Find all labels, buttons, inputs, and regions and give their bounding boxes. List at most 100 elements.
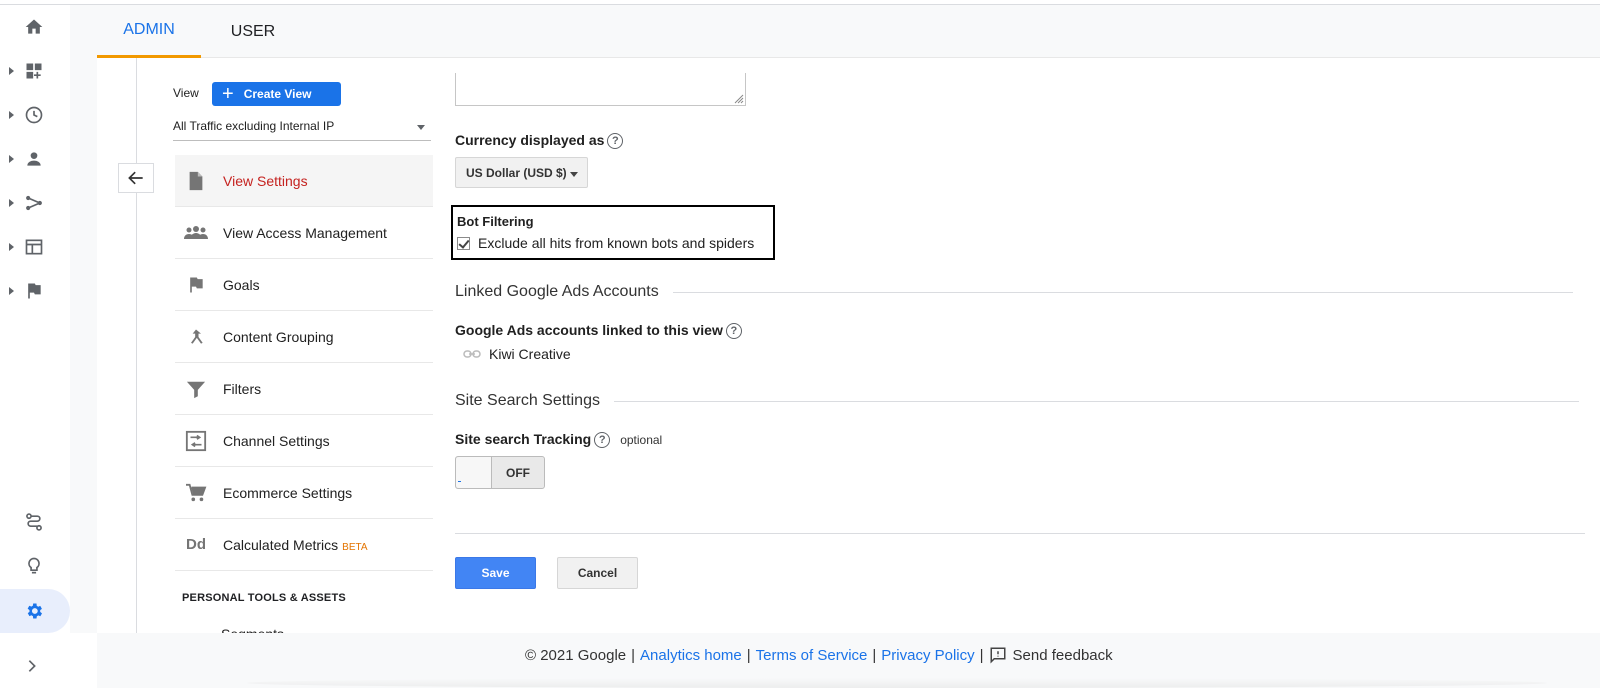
rail-behavior[interactable] [0, 225, 70, 269]
dashboard-icon [26, 63, 42, 79]
view-selector[interactable]: All Traffic excluding Internal IP [173, 119, 431, 141]
nav-item-calculated-metrics[interactable]: Dd Calculated Metrics BETA [175, 519, 433, 571]
link-icon [463, 350, 481, 358]
linked-ads-label: Google Ads accounts linked to this view? [455, 322, 742, 340]
cancel-button[interactable]: Cancel [557, 557, 638, 589]
analytics-home-link[interactable]: Analytics home [640, 647, 742, 664]
nav-label: Channel Settings [223, 432, 330, 449]
linked-account-item: Kiwi Creative [463, 346, 571, 362]
create-view-label: Create View [243, 87, 312, 101]
nav-item-view-settings[interactable]: View Settings [175, 155, 433, 207]
filter-icon [186, 381, 206, 398]
caret-right-icon [9, 111, 14, 119]
back-button[interactable] [118, 163, 154, 193]
bot-filtering-title: Bot Filtering [457, 214, 534, 229]
beta-badge: BETA [342, 541, 368, 553]
toggle-knob [456, 457, 492, 488]
tab-user[interactable]: USER [201, 5, 305, 58]
route-icon [26, 513, 42, 531]
nav-label: Calculated Metrics BETA [223, 536, 368, 553]
section-header-personal-tools: PERSONAL TOOLS & ASSETS [182, 592, 346, 604]
nav-item-filters[interactable]: Filters [175, 363, 433, 415]
nav-label: Ecommerce Settings [223, 484, 353, 501]
channel-icon [185, 430, 207, 451]
nav-item-view-access-management[interactable]: View Access Management [175, 207, 433, 259]
nav-item-goals[interactable]: Goals [175, 259, 433, 311]
rail-acquisition[interactable] [0, 181, 70, 225]
rail-attribution[interactable] [0, 500, 70, 544]
gear-icon [27, 603, 42, 619]
bot-filtering-option-label: Exclude all hits from known bots and spi… [478, 235, 755, 251]
clock-icon [25, 106, 43, 124]
caret-right-icon [9, 243, 14, 251]
terms-link[interactable]: Terms of Service [756, 647, 868, 664]
rail-admin[interactable] [0, 589, 70, 633]
linked-ads-section-title: Linked Google Ads Accounts [455, 283, 1573, 301]
nav-label: Filters [223, 380, 262, 397]
cart-icon [186, 483, 207, 501]
home-icon [25, 19, 43, 34]
footer-shadow [247, 678, 1547, 688]
bot-filtering-highlight: Bot Filtering Exclude all hits from know… [451, 205, 775, 260]
help-icon[interactable]: ? [725, 323, 742, 340]
selected-view: All Traffic excluding Internal IP [173, 119, 335, 133]
currency-dropdown[interactable]: US Dollar (USD $) [455, 157, 588, 188]
bot-filtering-checkbox[interactable] [457, 236, 470, 250]
flag-icon [28, 283, 41, 299]
left-rail [0, 5, 70, 688]
admin-tab-bar: ADMIN USER [97, 5, 1600, 58]
notes-textarea[interactable] [455, 73, 746, 106]
currency-label: Currency displayed as? [455, 132, 624, 150]
copyright: © 2021 Google [525, 646, 627, 664]
column-divider [136, 58, 137, 633]
rail-realtime[interactable] [0, 93, 70, 137]
lightbulb-icon [28, 557, 40, 574]
view-label: View [173, 86, 199, 100]
nav-item-channel-settings[interactable]: Channel Settings [175, 415, 433, 467]
arrow-left-icon [128, 171, 143, 185]
caret-right-icon [9, 67, 14, 75]
save-button[interactable]: Save [455, 557, 536, 589]
dropdown-arrow-icon [570, 172, 578, 177]
nav-label: Segments [221, 626, 284, 633]
view-nav: View Settings View Access Management Goa… [175, 155, 433, 571]
rail-audience[interactable] [0, 137, 70, 181]
site-search-section-title: Site Search Settings [455, 392, 1579, 410]
plus-icon: + [222, 83, 234, 105]
left-gutter [70, 5, 97, 633]
site-search-label: Site search Tracking? optional [455, 431, 663, 449]
site-search-toggle[interactable]: OFF [455, 456, 545, 489]
nav-label: Content Grouping [223, 328, 334, 345]
rail-home[interactable] [0, 5, 70, 49]
flag-icon [190, 277, 203, 292]
expand-rail-button[interactable] [24, 658, 40, 679]
currency-value: US Dollar (USD $) [466, 165, 567, 180]
help-icon[interactable]: ? [594, 432, 611, 449]
dropdown-arrow-icon [417, 125, 425, 130]
feedback-icon [990, 647, 1006, 664]
optional-hint: optional [620, 433, 663, 447]
nav-item-content-grouping[interactable]: Content Grouping [175, 311, 433, 363]
chevron-right-icon [28, 660, 36, 672]
person-icon [27, 152, 41, 166]
send-feedback-button[interactable]: Send feedback [989, 646, 1113, 664]
create-view-button[interactable]: + Create View [212, 82, 341, 106]
dd-icon: Dd [186, 536, 206, 553]
nav-item-ecommerce-settings[interactable]: Ecommerce Settings [175, 467, 433, 519]
flow-icon [26, 195, 42, 211]
layout-icon [25, 239, 43, 255]
help-icon[interactable]: ? [607, 133, 624, 150]
rail-discover[interactable] [0, 544, 70, 588]
nav-item-segments[interactable]: Segments [175, 620, 433, 633]
tab-admin[interactable]: ADMIN [97, 5, 201, 58]
bot-filtering-option[interactable]: Exclude all hits from known bots and spi… [457, 235, 754, 251]
nav-label: View Settings [223, 172, 308, 189]
rail-conversions[interactable] [0, 269, 70, 313]
nav-label: Goals [223, 276, 260, 293]
send-feedback-label: Send feedback [1012, 646, 1113, 664]
resize-grip-icon [734, 94, 744, 104]
privacy-link[interactable]: Privacy Policy [881, 647, 974, 664]
rail-customization[interactable] [0, 49, 70, 93]
caret-right-icon [9, 155, 14, 163]
nav-label: View Access Management [223, 224, 387, 241]
